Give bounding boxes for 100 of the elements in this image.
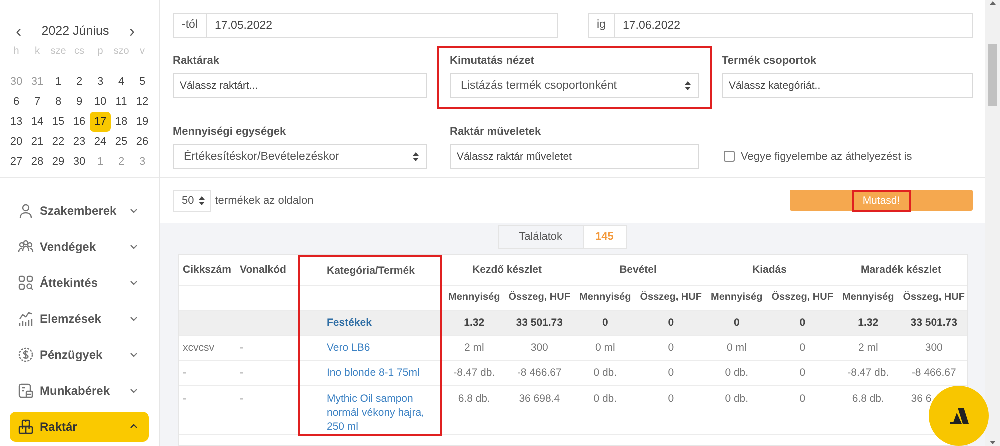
table-cell: 2 ml (464, 342, 484, 354)
people-icon (18, 239, 34, 255)
calendar-day[interactable]: 15 (48, 112, 69, 132)
calendar-day[interactable]: 29 (48, 152, 69, 172)
calendar-day[interactable]: 23 (69, 132, 90, 152)
weekday-label: p (96, 45, 104, 59)
sidebar-item[interactable]: Szakemberek (10, 193, 149, 229)
input-field[interactable]: Válassz raktár műveletet (450, 144, 699, 169)
calendar-day[interactable]: 14 (27, 112, 48, 132)
boxes-icon (18, 419, 34, 435)
field-label: Kimutatás nézet (450, 55, 536, 68)
results-tab[interactable]: Találatok (498, 225, 584, 249)
sidebar-item[interactable]: Pénzügyek (10, 337, 149, 373)
scrollbar[interactable] (985, 0, 1000, 446)
sidebar-label: Elemzések (40, 312, 102, 326)
table-cell: 36 698.4 (519, 392, 560, 404)
checkbox[interactable] (724, 151, 735, 162)
sidebar-label: Szakemberek (40, 204, 118, 218)
weekday-label: k (34, 45, 41, 59)
chevron-down-icon (129, 242, 139, 252)
input-field[interactable]: Válassz raktárt... (173, 73, 427, 98)
table-cell: 0 (734, 316, 740, 328)
table-cell: 0 db. (594, 366, 618, 378)
calendar-day[interactable]: 3 (90, 72, 111, 92)
field-label: Raktárak (173, 55, 220, 68)
weekday-label: cs (74, 45, 86, 59)
page-size-select[interactable]: 50 (173, 190, 212, 212)
payroll-icon (18, 383, 34, 399)
calendar-day[interactable]: 10 (90, 92, 111, 112)
page-size-label: termékek az oldalon (215, 194, 314, 206)
scroll-down-icon (988, 440, 996, 446)
calendar-day[interactable]: 19 (132, 112, 153, 132)
next-month-button[interactable]: › (125, 22, 139, 40)
table-cell: 0 (800, 342, 806, 354)
scroll-up-icon (988, 0, 996, 6)
sidebar-label: Munkabérek (40, 384, 112, 398)
calendar-day[interactable]: 22 (48, 132, 69, 152)
checkbox-label: Vegye figyelembe az áthelyezést is (741, 150, 912, 162)
calendar-day[interactable]: 7 (27, 92, 48, 112)
table-cell: -8 466.67 (517, 366, 562, 378)
table-cell: 0 ml (726, 342, 747, 354)
table-cell: 0 db. (725, 366, 749, 378)
calendar-day[interactable]: 28 (27, 152, 48, 172)
table-cell: -8.47 db. (848, 366, 890, 378)
calendar-day[interactable]: 24 (90, 132, 111, 152)
table-cell: 0 db. (725, 392, 749, 404)
sidebar-item[interactable]: Munkabérek (10, 373, 149, 409)
calendar-day[interactable]: 17 (90, 112, 111, 132)
column-header: Összeg, HUF (901, 285, 967, 310)
table-cell: - (240, 392, 244, 404)
sidebar-item[interactable]: Elemzések (10, 301, 149, 337)
calendar-day[interactable]: 26 (132, 132, 153, 152)
table-cell: 36 6 (911, 392, 932, 404)
calendar-day[interactable]: 11 (111, 92, 132, 112)
select-field[interactable]: Listázás termék csoportonként (450, 73, 699, 98)
calendar-day[interactable]: 8 (48, 92, 69, 112)
calendar-day[interactable]: 5 (132, 72, 153, 92)
calendar-day[interactable]: 12 (132, 92, 153, 112)
sidebar-item[interactable]: Vendégek (10, 229, 149, 265)
input-field[interactable]: Válassz kategóriát.. (722, 73, 973, 98)
table-cell: 0 (668, 342, 674, 354)
sidebar-item[interactable]: Áttekintés (10, 265, 149, 301)
date-prefix: -tól (173, 13, 206, 38)
table-cell: 33 501.73 (516, 316, 563, 328)
sidebar-label: Raktár (40, 420, 78, 434)
column-group-header: Bevétel (572, 256, 704, 285)
table-cell: - (183, 392, 186, 404)
calendar-day[interactable]: 13 (6, 112, 27, 132)
sidebar-label: Pénzügyek (40, 348, 104, 362)
column-header: Összeg, HUF (638, 285, 704, 310)
sidebar-item[interactable]: Raktár (10, 412, 149, 442)
table-cell: 0 (668, 316, 674, 328)
calendar-day[interactable]: 25 (111, 132, 132, 152)
calendar-day[interactable]: 16 (69, 112, 90, 132)
sort-caret-icon (412, 152, 420, 162)
calendar-day[interactable]: 21 (27, 132, 48, 152)
weekday-label: szo (112, 45, 130, 59)
field-label: Raktár műveletek (450, 126, 542, 139)
calendar-day[interactable]: 20 (6, 132, 27, 152)
column-header: Mennyiség (572, 285, 638, 310)
table-cell: 1.32 (464, 316, 485, 328)
calendar-day[interactable]: 2 (69, 72, 90, 92)
previous-month-button[interactable]: ‹ (12, 22, 26, 40)
scrollbar-thumb[interactable] (988, 44, 997, 106)
calendar-day[interactable]: 1 (48, 72, 69, 92)
table-cell: 300 (925, 342, 943, 354)
date-prefix: ig (588, 13, 614, 38)
sidebar-label: Vendégek (40, 240, 98, 254)
date-field[interactable]: 17.05.2022 (206, 13, 558, 38)
calendar-day[interactable]: 4 (111, 72, 132, 92)
calendar-day[interactable]: 27 (6, 152, 27, 172)
calendar-day[interactable]: 6 (6, 92, 27, 112)
calendar-day[interactable]: 18 (111, 112, 132, 132)
select-field[interactable]: Értékesítéskor/Bevételezéskor (173, 144, 427, 169)
calendar-day[interactable]: 30 (69, 152, 90, 172)
date-field[interactable]: 17.06.2022 (614, 13, 973, 38)
calendar-day[interactable]: 9 (69, 92, 90, 112)
weekday-label: h (12, 45, 20, 59)
table-cell: -8.47 db. (454, 366, 496, 378)
chevron-down-icon (129, 386, 139, 396)
